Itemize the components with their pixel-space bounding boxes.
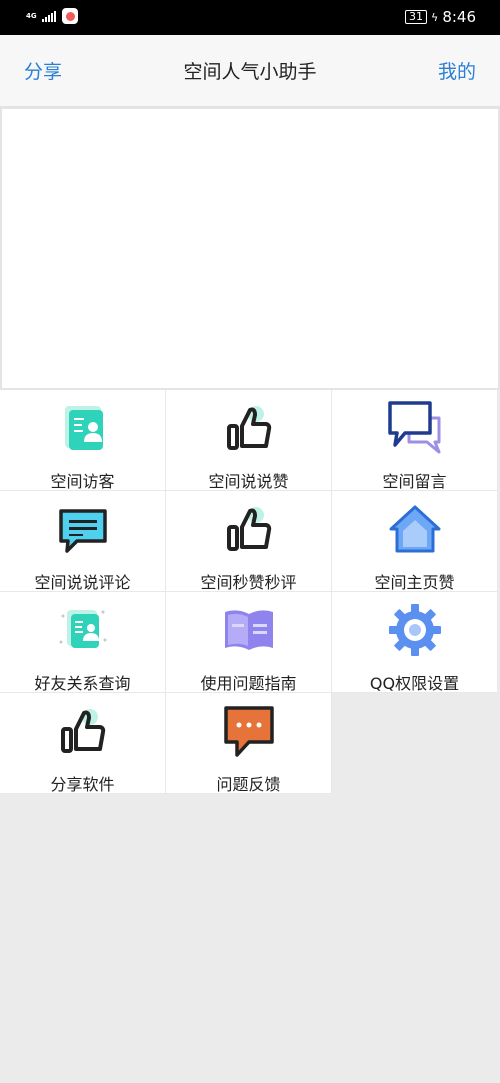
book-icon	[224, 610, 273, 650]
gear-icon	[388, 604, 441, 656]
signal-icon	[42, 10, 56, 22]
thumbs-up-icon	[226, 507, 271, 551]
comment-icon	[58, 509, 107, 553]
thumbs-up-icon	[60, 709, 105, 753]
grid-item-label: 问题反馈	[216, 775, 281, 794]
grid-item-post-comments[interactable]: 空间说说评论	[0, 491, 166, 592]
grid-item-label: 使用问题指南	[200, 674, 297, 693]
banner-area	[0, 107, 500, 390]
grid-item-label: 空间主页赞	[374, 573, 455, 592]
visitor-card-icon	[64, 406, 103, 450]
home-icon	[389, 505, 440, 553]
status-left: 4G	[26, 8, 78, 24]
grid-item-qq-permissions[interactable]: QQ权限设置	[332, 592, 498, 693]
grid-item-share-app[interactable]: 分享软件	[0, 693, 166, 794]
grid-item-post-likes[interactable]: 空间说说赞	[166, 390, 332, 491]
status-right: 31 ϟ 8:46	[405, 8, 476, 26]
grid-item-label: 空间访客	[50, 472, 115, 491]
grid-item-label: 空间秒赞秒评	[200, 573, 297, 592]
battery-icon: 31	[405, 10, 428, 24]
grid-item-instant-like[interactable]: 空间秒赞秒评	[166, 491, 332, 592]
grid-item-messages[interactable]: 空间留言	[332, 390, 498, 491]
friend-card-icon	[59, 610, 106, 648]
grid-item-visitors[interactable]: 空间访客	[0, 390, 166, 491]
grid-item-label: 分享软件	[50, 775, 115, 794]
grid-item-label: 好友关系查询	[34, 674, 131, 693]
grid-item-home-likes[interactable]: 空间主页赞	[332, 491, 498, 592]
page-title: 空间人气小助手	[183, 61, 317, 83]
grid-item-label: QQ权限设置	[369, 674, 460, 693]
grid-item-feedback[interactable]: 问题反馈	[166, 693, 332, 794]
thumbs-up-icon	[226, 406, 271, 450]
grid-item-label: 空间说说评论	[34, 573, 131, 592]
network-type: 4G	[26, 11, 37, 20]
status-time: 8:46	[442, 8, 476, 26]
app-header: 空间人气小助手 分享 我的	[0, 35, 500, 107]
share-button[interactable]: 分享	[24, 57, 62, 84]
chat-bubbles-icon	[387, 401, 440, 454]
mine-button[interactable]: 我的	[438, 57, 476, 84]
grid-item-label: 空间说说赞	[208, 472, 289, 491]
feedback-icon	[223, 706, 274, 757]
grid-item-usage-guide[interactable]: 使用问题指南	[166, 592, 332, 693]
screen-record-icon	[62, 8, 78, 24]
grid-item-label: 空间留言	[382, 472, 447, 491]
status-bar: 4G 31 ϟ 8:46	[0, 0, 500, 35]
grid-item-friend-query[interactable]: 好友关系查询	[0, 592, 166, 693]
charging-icon: ϟ	[431, 10, 439, 24]
